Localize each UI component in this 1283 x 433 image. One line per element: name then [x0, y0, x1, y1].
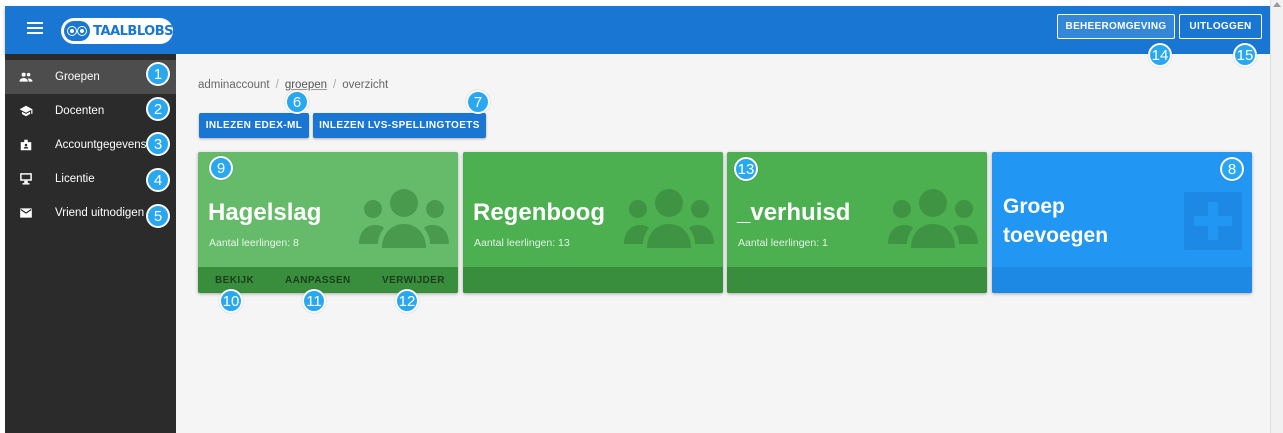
taalblobs-logo[interactable]: TAALBLOBS — [61, 18, 173, 44]
app-window: TAALBLOBS BEHEEROMGEVING UITLOGGEN Groep… — [0, 0, 1283, 433]
bekijk-link[interactable]: BEKIJK — [215, 275, 254, 286]
add-group-title-line2: toevoegen — [1003, 224, 1109, 247]
group-card-footer — [727, 267, 987, 293]
group-card-title: Hagelslag — [208, 199, 322, 226]
sidebar-item-label: Accountgegevens — [55, 139, 147, 151]
sidebar-item-label: Licentie — [55, 173, 95, 185]
annotation-badge-1: 1 — [146, 62, 170, 86]
group-people-icon — [624, 189, 714, 248]
annotation-badge-14: 14 — [1148, 43, 1172, 67]
group-people-icon — [888, 189, 978, 248]
annotation-badge-15: 15 — [1233, 43, 1257, 67]
group-people-icon — [359, 189, 449, 248]
annotation-badge-5: 5 — [146, 204, 170, 228]
group-card-regenboog[interactable]: Regenboog Aantal leerlingen: 13 — [463, 152, 723, 293]
add-group-title-line1: Groep — [1003, 195, 1065, 218]
inlezen-lvs-spellingtoets-button[interactable]: INLEZEN LVS-SPELLINGTOETS — [313, 113, 486, 138]
annotation-badge-13: 13 — [734, 157, 758, 181]
group-card-footer — [463, 267, 723, 293]
annotation-badge-11: 11 — [302, 289, 326, 313]
logo-text: TAALBLOBS — [93, 23, 173, 39]
group-card-student-count: Aantal leerlingen: 13 — [474, 237, 570, 249]
sidebar-item-label: Groepen — [55, 71, 100, 83]
add-group-card[interactable]: Groep toevoegen — [992, 152, 1252, 293]
group-card-student-count: Aantal leerlingen: 8 — [209, 237, 299, 249]
vertical-scrollbar[interactable] — [1270, 0, 1283, 433]
breadcrumb-separator: / — [333, 79, 337, 91]
aanpassen-link[interactable]: AANPASSEN — [285, 275, 351, 286]
breadcrumb: adminaccount / groepen / overzicht — [198, 79, 388, 91]
breadcrumb-separator: / — [275, 79, 279, 91]
breadcrumb-groepen[interactable]: groepen — [285, 79, 327, 91]
group-card-actions: BEKIJK AANPASSEN VERWIJDER — [198, 267, 458, 293]
scroll-up-icon[interactable] — [1273, 2, 1281, 7]
group-card-title: Regenboog — [473, 199, 605, 226]
hamburger-menu-icon[interactable] — [27, 22, 43, 36]
plus-icon — [1184, 192, 1242, 250]
verwijder-link[interactable]: VERWIJDER — [382, 275, 445, 286]
inlezen-edex-ml-button[interactable]: INLEZEN EDEX-ML — [199, 113, 309, 138]
logout-button[interactable]: UITLOGGEN — [1179, 14, 1262, 39]
annotation-badge-6: 6 — [285, 90, 309, 114]
add-group-card-footer — [992, 267, 1252, 293]
beheeromgeving-button[interactable]: BEHEEROMGEVING — [1057, 14, 1175, 39]
annotation-badge-10: 10 — [219, 289, 243, 313]
mail-icon — [20, 208, 32, 218]
sidebar-item-label: Docenten — [55, 105, 105, 117]
breadcrumb-overzicht: overzicht — [342, 79, 389, 91]
annotation-badge-4: 4 — [146, 168, 170, 192]
annotation-badge-2: 2 — [146, 97, 170, 121]
badge-icon — [20, 139, 32, 151]
logo-eyes-icon — [64, 21, 91, 41]
school-icon — [19, 105, 33, 117]
add-group-title: Groep toevoegen — [1003, 192, 1108, 250]
annotation-badge-12: 12 — [395, 289, 419, 313]
monitor-icon — [20, 173, 32, 185]
group-card-student-count: Aantal leerlingen: 1 — [738, 237, 828, 249]
people-icon — [19, 72, 33, 82]
group-card-verhuisd[interactable]: _verhuisd Aantal leerlingen: 1 — [727, 152, 987, 293]
annotation-badge-7: 7 — [466, 90, 490, 114]
group-card-title: _verhuisd — [737, 199, 851, 226]
group-card-hagelslag[interactable]: Hagelslag Aantal leerlingen: 8 BEKIJK AA… — [198, 152, 458, 293]
annotation-badge-8: 8 — [1220, 157, 1244, 181]
breadcrumb-adminaccount[interactable]: adminaccount — [198, 79, 270, 91]
annotation-badge-9: 9 — [209, 156, 233, 180]
sidebar-item-label: Vriend uitnodigen — [55, 207, 145, 219]
annotation-badge-3: 3 — [146, 132, 170, 156]
